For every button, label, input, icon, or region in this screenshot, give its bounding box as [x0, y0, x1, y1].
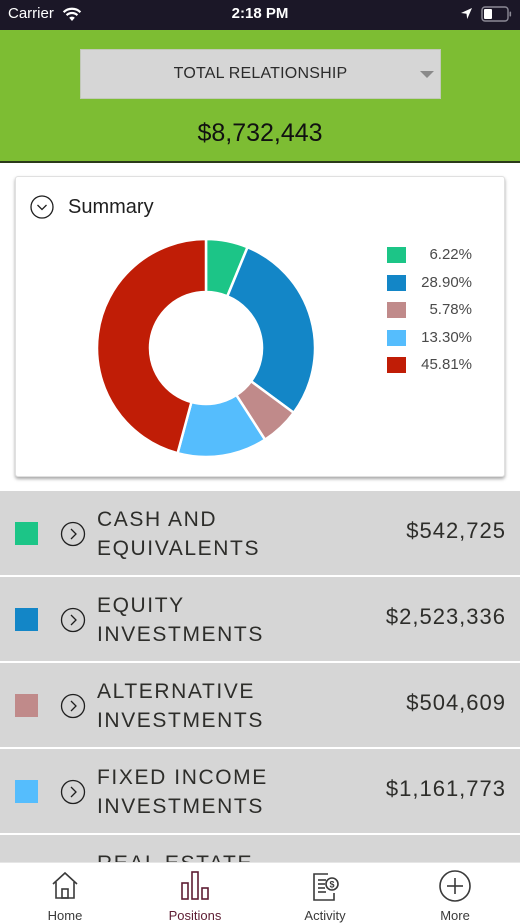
- position-category-label: EQUITY INVESTMENTS: [97, 591, 337, 649]
- legend-value: 28.90%: [421, 273, 472, 291]
- position-label-line2: INVESTMENTS: [97, 709, 264, 732]
- donut-slice: [225, 245, 317, 415]
- legend-item: 13.30%: [386, 328, 496, 356]
- legend-swatch: [387, 274, 406, 291]
- tab-home-label: Home: [47, 908, 83, 923]
- tab-more[interactable]: More: [390, 863, 520, 924]
- tab-activity[interactable]: $ Activity: [260, 863, 390, 924]
- position-row[interactable]: ALTERNATIVE INVESTMENTS $504,609: [0, 663, 520, 747]
- tab-activity-label: Activity: [304, 908, 346, 923]
- chevron-right-circle-icon[interactable]: [60, 693, 86, 719]
- position-value: $1,161,773: [385, 776, 506, 801]
- legend-item: 45.81%: [386, 355, 496, 383]
- position-value: $542,725: [406, 518, 506, 543]
- category-color-swatch: [15, 780, 38, 803]
- chevron-right-circle-icon[interactable]: [60, 779, 86, 805]
- position-label-line1: FIXED INCOME: [97, 766, 268, 789]
- position-label-line2: INVESTMENTS: [97, 795, 264, 818]
- legend-value: 5.78%: [429, 301, 472, 318]
- account-selector-dropdown[interactable]: TOTAL RELATIONSHIP: [80, 49, 441, 99]
- position-row[interactable]: CASH AND EQUIVALENTS $542,725: [0, 491, 520, 575]
- account-selector-label: TOTAL RELATIONSHIP: [173, 65, 348, 82]
- dropdown-arrow-icon: [420, 71, 434, 78]
- position-label-line1: ALTERNATIVE: [97, 680, 256, 703]
- position-label-line2: INVESTMENTS: [97, 623, 264, 646]
- category-color-swatch: [15, 608, 38, 631]
- legend-swatch: [387, 302, 406, 318]
- tab-more-label: More: [440, 908, 470, 923]
- position-row[interactable]: FIXED INCOME INVESTMENTS $1,161,773: [0, 749, 520, 833]
- svg-text:$: $: [329, 880, 334, 890]
- chevron-right-circle-icon[interactable]: [60, 521, 86, 547]
- category-color-swatch: [15, 522, 38, 545]
- tab-positions-label: Positions: [168, 908, 222, 923]
- position-label-line1: EQUITY: [97, 594, 185, 617]
- position-label-line2: EQUIVALENTS: [97, 537, 261, 560]
- home-icon: [52, 871, 78, 899]
- chart-legend: 6.22% 28.90% 5.78% 13.30% 45.81%: [386, 245, 496, 383]
- legend-value: 13.30%: [421, 328, 472, 346]
- legend-swatch: [387, 357, 406, 373]
- legend-item: 28.90%: [386, 273, 496, 301]
- status-bar: Carrier 2:18 PM: [0, 0, 520, 30]
- chevron-right-circle-icon[interactable]: [60, 607, 86, 633]
- category-color-swatch: [15, 694, 38, 717]
- plus-circle-icon: [439, 870, 471, 902]
- legend-value: 6.22%: [429, 246, 472, 263]
- position-category-label: FIXED INCOME INVESTMENTS: [97, 763, 337, 821]
- tab-bar: Home Positions $ Activity More: [0, 862, 520, 924]
- bar-chart-icon: [181, 871, 209, 900]
- tab-positions[interactable]: Positions: [130, 863, 260, 924]
- position-row[interactable]: EQUITY INVESTMENTS $2,523,336: [0, 577, 520, 661]
- tab-home[interactable]: Home: [0, 863, 130, 924]
- location-icon: [461, 8, 472, 19]
- position-label-line1: CASH AND: [97, 508, 218, 531]
- summary-card: Summary 6.22% 28.90% 5.78% 13.30% 45.81%: [15, 176, 505, 477]
- legend-item: 5.78%: [386, 300, 496, 328]
- legend-swatch: [387, 247, 406, 263]
- total-value: $8,732,443: [197, 119, 323, 147]
- positions-list: CASH AND EQUIVALENTS $542,725 EQUITY INVESTM…: [0, 491, 520, 921]
- position-value: $2,523,336: [385, 604, 506, 629]
- legend-item: 6.22%: [386, 245, 496, 273]
- position-value: $504,609: [406, 690, 506, 715]
- position-category-label: ALTERNATIVE INVESTMENTS: [97, 677, 337, 735]
- legend-swatch: [387, 329, 406, 346]
- clock: 2:18 PM: [231, 5, 289, 22]
- battery-icon: [481, 6, 512, 22]
- position-category-label: CASH AND EQUIVALENTS: [97, 505, 337, 563]
- legend-value: 45.81%: [421, 356, 472, 373]
- statement-dollar-icon: $: [313, 873, 339, 901]
- portfolio-header: TOTAL RELATIONSHIP $8,732,443: [0, 30, 520, 163]
